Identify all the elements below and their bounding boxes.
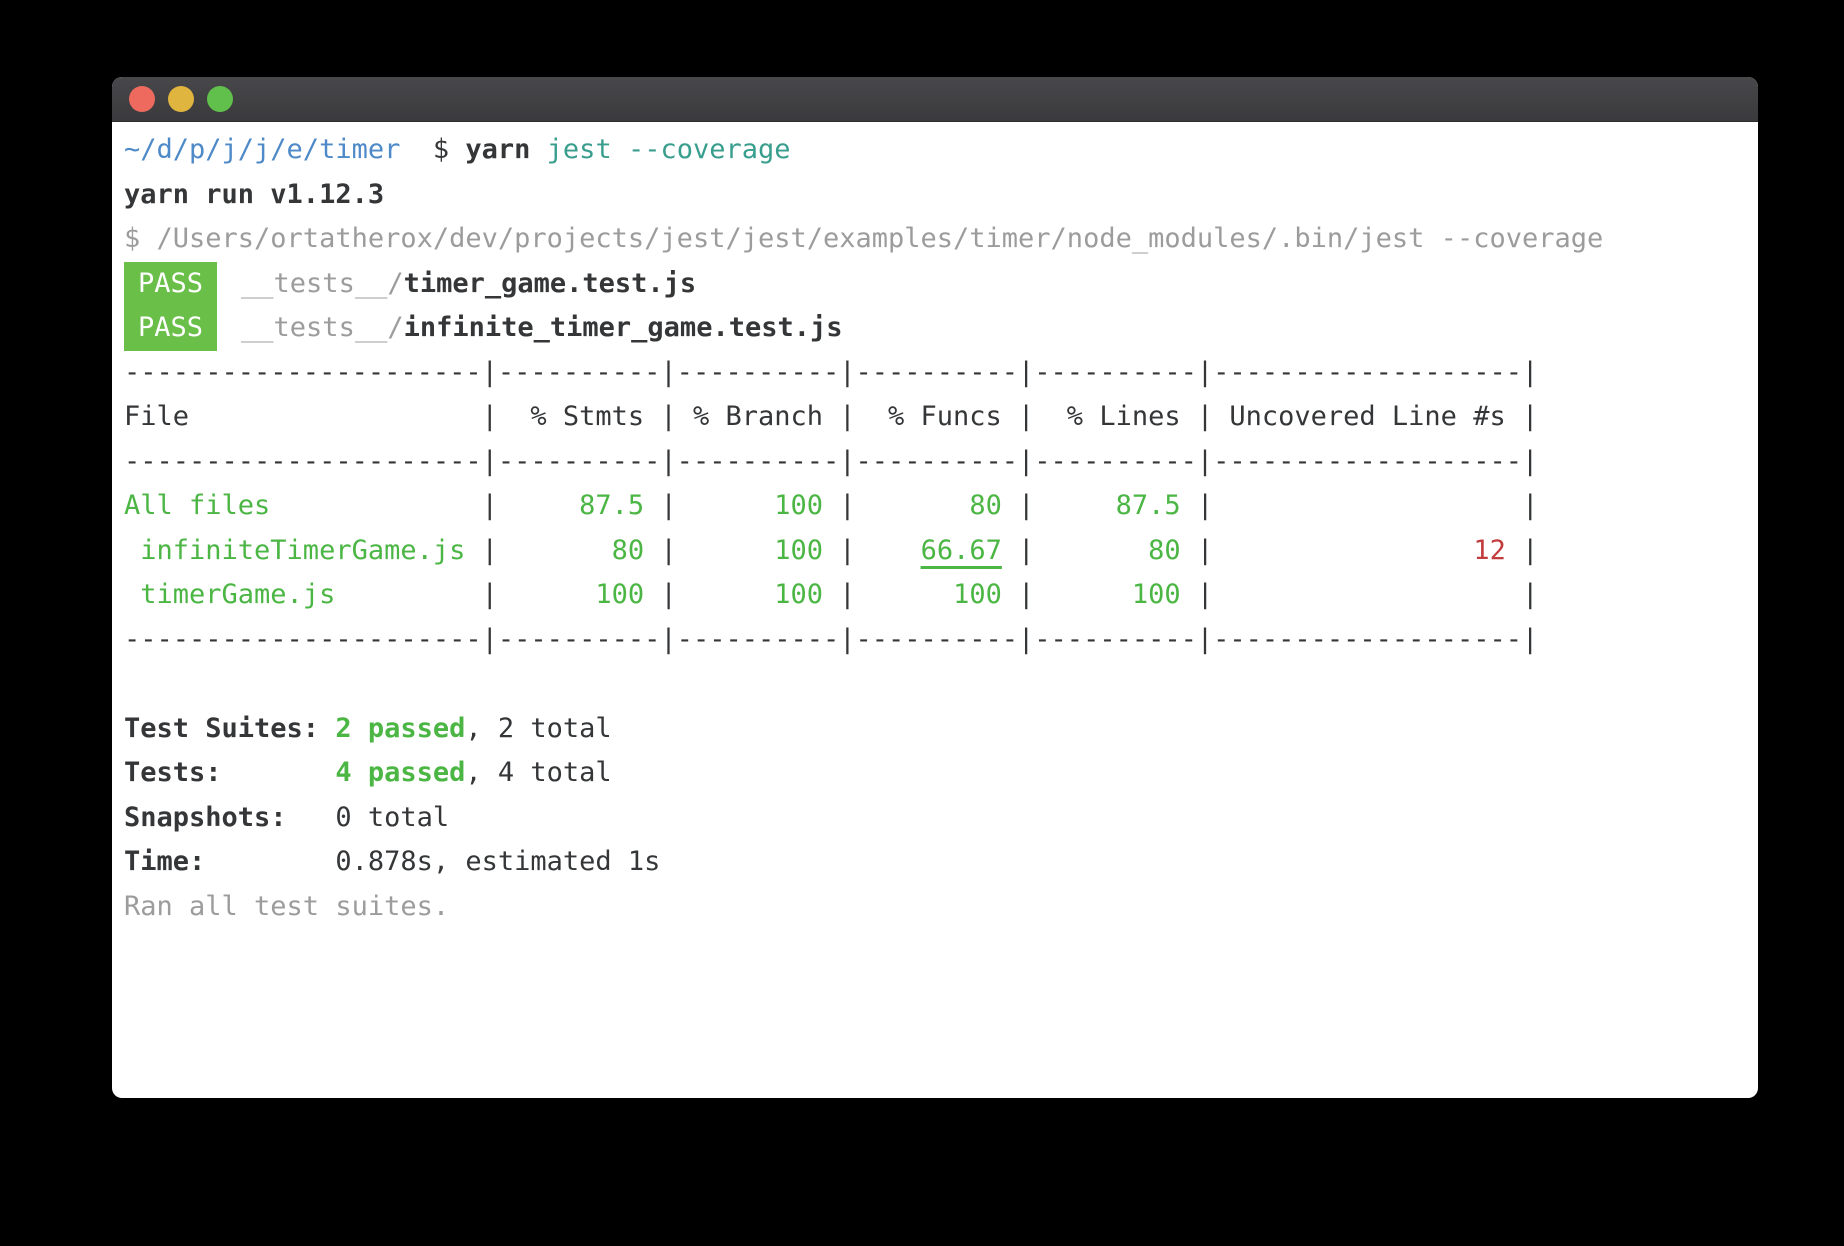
terminal-text-segment [1506, 535, 1522, 566]
terminal-text-segment: | [1197, 579, 1213, 610]
terminal-text-segment: | [1018, 490, 1034, 521]
terminal-text-segment: | [1522, 535, 1538, 566]
terminal-text-segment: 87.5 [498, 490, 661, 521]
terminal-text-segment: File | % Stmts | % Branch | % Funcs | % … [124, 401, 1538, 432]
terminal-text-segment: 0.878s, estimated 1s [335, 846, 660, 877]
terminal-text-segment: | [839, 535, 855, 566]
coverage-row-all-files: All files | 87.5 | 100 | 80 | 87.5 | | [124, 484, 1740, 529]
terminal-text-segment: timerGame.js [124, 579, 482, 610]
close-button[interactable] [129, 86, 155, 112]
terminal-text-segment: , 2 total [465, 713, 611, 744]
terminal-text-segment: Snapshots: [124, 802, 335, 833]
footer-line: Ran all test suites. [124, 885, 1740, 930]
terminal-text-segment: 100 [498, 579, 661, 610]
window-titlebar[interactable] [112, 77, 1758, 122]
terminal-text-segment: __tests__/ [241, 268, 404, 299]
terminal-text-segment: 80 [856, 490, 1019, 521]
terminal-text-segment: ~/d/p/j/j/e/timer [124, 134, 400, 165]
pass-badge: PASS [124, 306, 217, 351]
terminal-text-segment: | [1522, 490, 1538, 521]
blank-line [124, 662, 1740, 707]
zoom-button[interactable] [207, 86, 233, 112]
terminal-text-segment: | [839, 579, 855, 610]
terminal-text-segment: 2 passed [335, 713, 465, 744]
terminal-text-segment: ----------------------|----------|------… [124, 624, 1538, 655]
terminal-text-segment: ----------------------|----------|------… [124, 357, 1538, 388]
terminal-text-segment [1213, 579, 1522, 610]
terminal-text-segment: | [1018, 579, 1034, 610]
terminal-text-segment: | [660, 535, 676, 566]
terminal-text-segment: Ran all test suites. [124, 891, 449, 922]
terminal-text-segment: | [660, 490, 676, 521]
terminal-text-segment: ----------------------|----------|------… [124, 446, 1538, 477]
terminal-text-segment: | [839, 490, 855, 521]
terminal-text-segment: 100 [1034, 579, 1197, 610]
terminal-text-segment: Tests: [124, 757, 335, 788]
terminal-text-segment: | [482, 579, 498, 610]
terminal-text-segment: | [1522, 579, 1538, 610]
terminal-text-segment: infinite_timer_game.test.js [404, 312, 843, 343]
terminal-text-segment: Time: [124, 846, 335, 877]
terminal-text-segment: 0 total [335, 802, 449, 833]
terminal-text-segment: 100 [856, 579, 1019, 610]
terminal-text-segment: | [1197, 535, 1213, 566]
yarn-version-line: yarn run v1.12.3 [124, 173, 1740, 218]
test-result-line-timer-game: PASS __tests__/timer_game.test.js [124, 262, 1740, 307]
test-result-line-infinite-timer-game: PASS __tests__/infinite_timer_game.test.j… [124, 306, 1740, 351]
terminal-text-segment: 100 [677, 535, 840, 566]
terminal-window: ~/d/p/j/j/e/timer $ yarn jest --coverage… [112, 77, 1758, 1098]
terminal-text-segment: 87.5 [1034, 490, 1197, 521]
shell-prompt-line: ~/d/p/j/j/e/timer $ yarn jest --coverage [124, 128, 1740, 173]
terminal-text-segment: infiniteTimerGame.js [124, 535, 482, 566]
terminal-text-segment: yarn [465, 134, 530, 165]
coverage-separator: ----------------------|----------|------… [124, 618, 1740, 663]
coverage-separator: ----------------------|----------|------… [124, 440, 1740, 485]
coverage-row-infinite-timer-game: infiniteTimerGame.js | 80 | 100 | 66.67 … [124, 529, 1740, 574]
terminal-text-segment [1213, 490, 1522, 521]
terminal-text-segment: 100 [677, 490, 840, 521]
coverage-header: File | % Stmts | % Branch | % Funcs | % … [124, 395, 1740, 440]
terminal-text-segment: yarn run v1.12.3 [124, 179, 384, 210]
coverage-separator: ----------------------|----------|------… [124, 351, 1740, 396]
terminal-text-segment: | [1018, 535, 1034, 566]
pass-badge: PASS [124, 262, 217, 307]
terminal-text-segment [856, 535, 921, 566]
terminal-text-segment: 4 passed [335, 757, 465, 788]
terminal-text-segment: $ [400, 134, 465, 165]
summary-time: Time: 0.878s, estimated 1s [124, 840, 1740, 885]
terminal-text-segment: 80 [498, 535, 661, 566]
terminal-text-segment: 66.67 [921, 535, 1002, 566]
coverage-row-timer-game: timerGame.js | 100 | 100 | 100 | 100 | | [124, 573, 1740, 618]
terminal-text-segment: Test Suites: [124, 713, 335, 744]
terminal-output[interactable]: ~/d/p/j/j/e/timer $ yarn jest --coverage… [112, 122, 1758, 929]
terminal-text-segment: __tests__/ [241, 312, 404, 343]
terminal-text-segment: 100 [677, 579, 840, 610]
terminal-text-segment: $ /Users/ortatherox/dev/projects/jest/je… [124, 223, 1603, 254]
terminal-text-segment [1002, 535, 1018, 566]
terminal-text-segment: jest --coverage [547, 134, 791, 165]
terminal-text-segment: | [1197, 490, 1213, 521]
minimize-button[interactable] [168, 86, 194, 112]
terminal-text-segment: | [482, 535, 498, 566]
terminal-text-segment: timer_game.test.js [404, 268, 697, 299]
summary-test-suites: Test Suites: 2 passed, 2 total [124, 707, 1740, 752]
terminal-text-segment: 12 [1473, 535, 1506, 566]
summary-tests: Tests: 4 passed, 4 total [124, 751, 1740, 796]
terminal-text-segment: , 4 total [465, 757, 611, 788]
terminal-text-segment: | [660, 579, 676, 610]
terminal-text-segment: | [482, 490, 498, 521]
terminal-text-segment [530, 134, 546, 165]
terminal-text-segment: 80 [1034, 535, 1197, 566]
terminal-text-segment: All files [124, 490, 482, 521]
jest-command-line: $ /Users/ortatherox/dev/projects/jest/je… [124, 217, 1740, 262]
summary-snapshots: Snapshots: 0 total [124, 796, 1740, 841]
terminal-text-segment [1213, 535, 1473, 566]
